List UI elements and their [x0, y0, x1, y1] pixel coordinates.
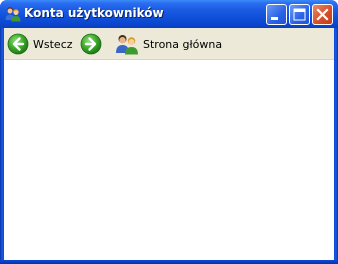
- window-client-area: Wstecz Strona główna: [4, 28, 334, 260]
- user-accounts-window: Konta użytkowników Wstecz Strona główna: [0, 0, 338, 264]
- forward-button[interactable]: [80, 31, 102, 57]
- close-button[interactable]: [312, 4, 333, 25]
- window-title: Konta użytkowników: [24, 6, 164, 20]
- minimize-icon: [271, 17, 278, 20]
- maximize-button[interactable]: [289, 4, 310, 25]
- users-home-icon: [116, 35, 138, 55]
- title-bar[interactable]: Konta użytkowników: [0, 0, 338, 28]
- minimize-button[interactable]: [266, 4, 287, 25]
- forward-arrow-icon: [80, 33, 102, 55]
- window-frame-bottom: [0, 260, 338, 264]
- window-frame-right: [334, 28, 338, 264]
- user-accounts-icon: [5, 6, 21, 22]
- close-icon: [316, 8, 329, 21]
- navigation-toolbar: Wstecz Strona główna: [4, 28, 334, 60]
- back-button[interactable]: Wstecz: [7, 31, 73, 57]
- home-button[interactable]: Strona główna: [115, 31, 222, 57]
- back-label: Wstecz: [33, 37, 73, 51]
- maximize-icon: [293, 8, 306, 21]
- back-arrow-icon: [7, 33, 29, 55]
- home-label: Strona główna: [143, 37, 223, 51]
- content-area: [4, 60, 334, 260]
